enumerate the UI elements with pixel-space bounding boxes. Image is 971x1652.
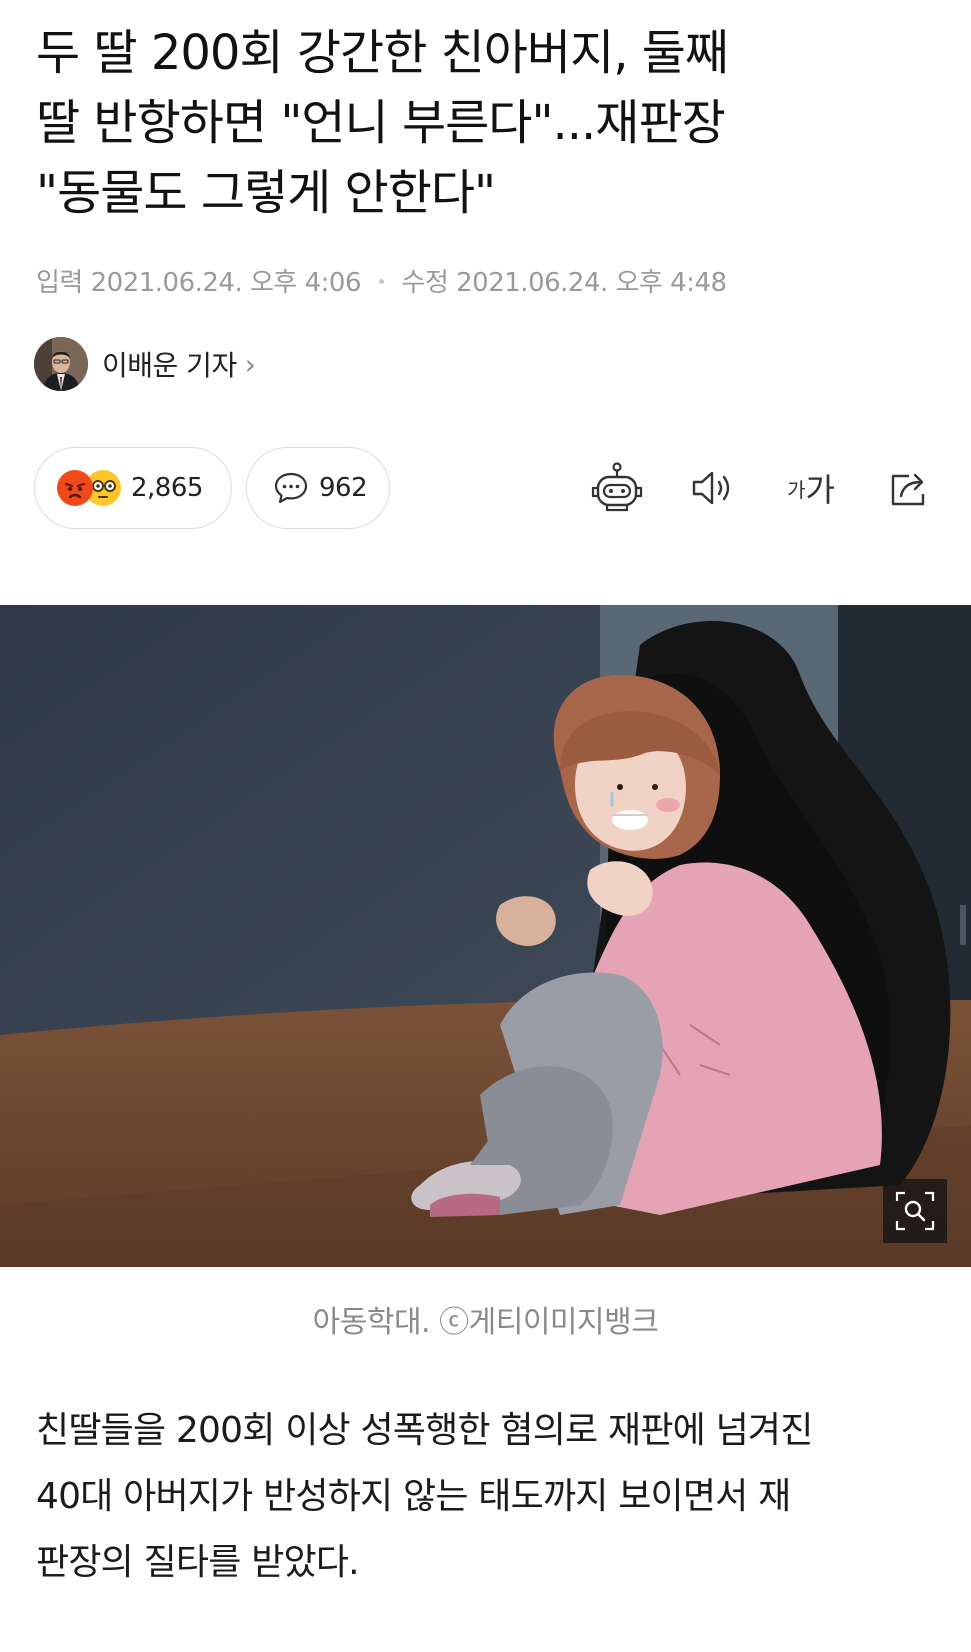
reaction-button[interactable]: 2,865 <box>34 447 232 529</box>
robot-icon <box>590 462 644 514</box>
author-link[interactable]: 이배운 기자 › <box>34 336 256 392</box>
body-line: 40대 아버지가 반성하지 않는 태도까지 보이면서 재 <box>36 1476 791 1517</box>
meta-separator <box>378 279 384 284</box>
comment-count: 962 <box>319 473 368 503</box>
author-avatar <box>34 337 88 391</box>
headline-line: "동물도 그렇게 안한다" <box>36 165 496 221</box>
published-label: 입력 <box>36 268 83 298</box>
share-button[interactable] <box>884 460 934 516</box>
headline-line: 딸 반항하면 "언니 부른다"...재판장 <box>36 95 726 151</box>
body-line: 친딸들을 200회 이상 성폭행한 혐의로 재판에 넘겨진 <box>36 1410 813 1451</box>
author-name: 이배운 기자 <box>102 349 237 382</box>
article-timestamps: 입력 2021.06.24. 오후 4:06 수정 2021.06.24. 오후… <box>36 262 727 299</box>
article-headline: 두 딸 200회 강간한 친아버지, 둘째 딸 반항하면 "언니 부른다"...… <box>36 18 936 228</box>
share-icon <box>887 468 931 508</box>
image-zoom-button[interactable] <box>883 1179 947 1243</box>
text-to-speech-button[interactable] <box>688 460 738 516</box>
angry-face-icon <box>57 470 93 506</box>
modified-label: 수정 <box>401 268 449 298</box>
published-time: 2021.06.24. 오후 4:06 <box>90 268 362 298</box>
modified-time: 2021.06.24. 오후 4:48 <box>456 268 727 298</box>
image-caption: 아동학대. ⓒ게티이미지뱅크 <box>312 1305 659 1340</box>
comment-icon <box>273 471 309 505</box>
speaker-icon <box>690 468 736 508</box>
summary-bot-button[interactable] <box>588 460 646 516</box>
body-line: 판장의 질타를 받았다. <box>36 1542 360 1583</box>
font-size-button[interactable]: 가 가 <box>780 460 842 516</box>
article-image[interactable] <box>0 605 971 1267</box>
headline-line: 두 딸 200회 강간한 친아버지, 둘째 <box>36 25 729 81</box>
article-body: 친딸들을 200회 이상 성폭행한 혐의로 재판에 넘겨진 40대 아버지가 반… <box>36 1398 946 1596</box>
font-size-large-label: 가 <box>805 471 835 509</box>
zoom-magnifier-icon <box>893 1189 937 1233</box>
comment-button[interactable]: 962 <box>246 447 390 529</box>
chevron-right-icon: › <box>244 347 256 381</box>
font-size-small-label: 가 <box>787 477 806 502</box>
reaction-count: 2,865 <box>131 473 203 503</box>
